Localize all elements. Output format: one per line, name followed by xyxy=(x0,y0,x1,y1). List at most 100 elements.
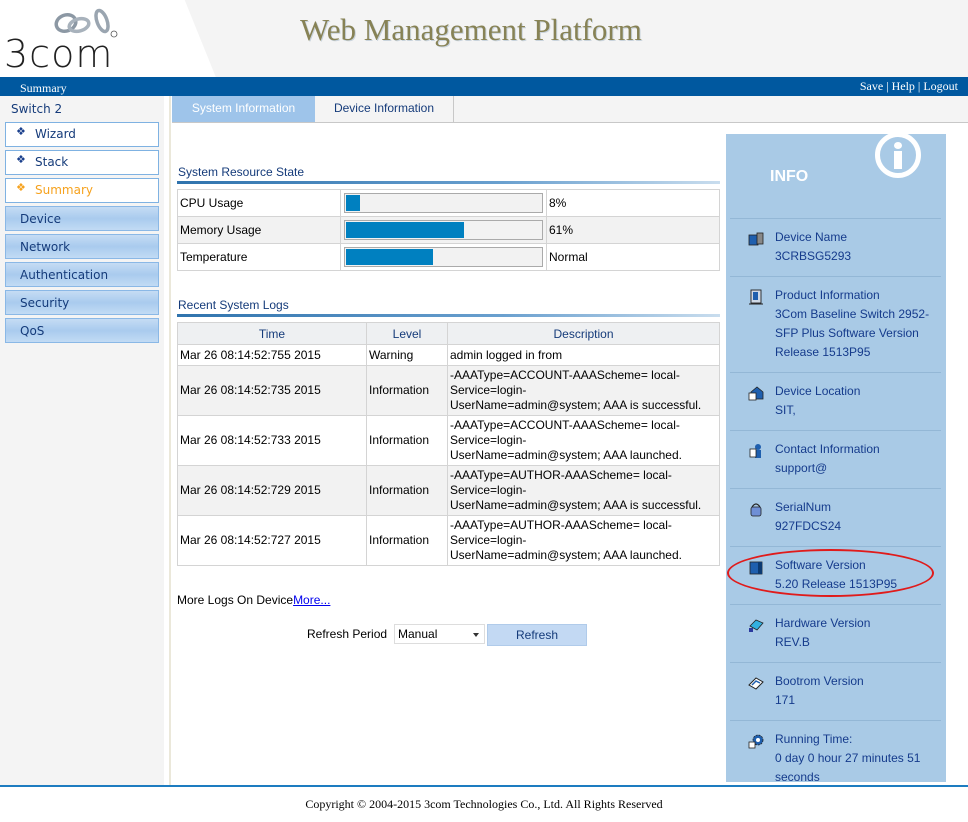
separator: | xyxy=(883,79,892,93)
device-label[interactable]: Switch 2 xyxy=(11,102,62,116)
sidebar-group-label: Security xyxy=(20,296,70,310)
refresh-button[interactable]: Refresh xyxy=(487,624,587,646)
breadcrumb: Summary xyxy=(20,81,67,95)
location-icon xyxy=(748,386,764,401)
resource-row-cpu: CPU Usage 8% xyxy=(177,189,720,217)
resource-table: CPU Usage 8% Memory Usage 61% Temperatur… xyxy=(177,189,720,271)
more-logs-link[interactable]: More... xyxy=(293,593,330,607)
resource-row-temperature: Temperature Normal xyxy=(177,243,720,271)
diamond-bullet-icon: ❖ xyxy=(16,125,26,138)
app-title: Web Management Platform xyxy=(300,12,642,47)
top-links: Save | Help | Logout xyxy=(860,79,958,94)
more-logs-label: More Logs On Device xyxy=(177,593,294,607)
info-label: Hardware Version xyxy=(775,616,871,630)
log-description: -AAAType=AUTHOR-AAAScheme= local- Servic… xyxy=(447,515,720,566)
device-icon xyxy=(748,232,764,246)
log-time: Mar 26 08:14:52:729 2015 xyxy=(177,465,367,516)
info-item-device-location: Device Location SIT, xyxy=(730,372,941,430)
sidebar-group-label: Authentication xyxy=(20,268,109,282)
table-row: Mar 26 08:14:52:727 2015 Information -AA… xyxy=(177,515,720,566)
info-value: 0 day 0 hour 27 minutes 51 seconds xyxy=(775,751,921,784)
info-panel: INFO Device Name 3CRBSG5293 Product Inform… xyxy=(726,132,946,784)
log-time: Mar 26 08:14:52:727 2015 xyxy=(177,515,367,566)
sidebar-group-device[interactable]: Device xyxy=(5,206,159,231)
sidebar-item-summary[interactable]: ❖ Summary xyxy=(5,178,159,203)
hardware-icon xyxy=(749,619,764,632)
header-diagonal xyxy=(170,0,230,77)
table-row: Mar 26 08:14:52:733 2015 Information -AA… xyxy=(177,415,720,466)
sidebar: Switch 2 ❖ Wizard ❖ Stack ❖ Summary Devi… xyxy=(0,96,164,785)
log-description: -AAAType=ACCOUNT-AAAScheme= local- Servi… xyxy=(447,415,720,466)
memory-usage-bar xyxy=(344,220,543,240)
refresh-period-select[interactable]: Manual xyxy=(394,624,485,644)
sidebar-group-security[interactable]: Security xyxy=(5,290,159,315)
section-rule xyxy=(177,314,720,317)
sidebar-group-label: Network xyxy=(20,240,71,254)
tab-bar: System Information Device Information xyxy=(172,96,968,123)
info-label: Running Time: xyxy=(775,732,853,746)
save-link[interactable]: Save xyxy=(860,79,883,93)
section-title-logs: Recent System Logs xyxy=(178,298,289,312)
resource-label: CPU Usage xyxy=(177,189,341,217)
help-link[interactable]: Help xyxy=(892,79,915,93)
sidebar-item-label: Stack xyxy=(35,155,69,169)
sidebar-group-network[interactable]: Network xyxy=(5,234,159,259)
log-time: Mar 26 08:14:52:733 2015 xyxy=(177,415,367,466)
logout-link[interactable]: Logout xyxy=(923,79,958,93)
info-icon xyxy=(875,132,921,178)
table-row: Mar 26 08:14:52:729 2015 Information -AA… xyxy=(177,465,720,516)
logs-header-row: Time Level Description xyxy=(177,322,720,345)
cpu-usage-bar xyxy=(344,193,543,213)
column-header-description: Description xyxy=(447,322,720,345)
info-value: 927FDCS24 xyxy=(775,519,842,533)
cpu-usage-bar-fill xyxy=(346,195,360,211)
temperature-bar-fill xyxy=(346,249,433,265)
diamond-bullet-icon: ❖ xyxy=(16,153,26,166)
info-value: support@ xyxy=(775,461,828,475)
sidebar-group-label: QoS xyxy=(20,324,45,338)
sidebar-item-wizard[interactable]: ❖ Wizard xyxy=(5,122,159,147)
info-value: 3CRBSG5293 xyxy=(775,249,852,263)
gear-icon xyxy=(748,734,764,749)
diamond-bullet-icon: ❖ xyxy=(16,181,26,194)
info-title: INFO xyxy=(770,168,809,185)
info-item-product-information: Product Information 3Com Baseline Switch … xyxy=(730,276,941,372)
tab-device-information[interactable]: Device Information xyxy=(315,96,454,122)
log-description: -AAAType=AUTHOR-AAAScheme= local- Servic… xyxy=(447,465,720,516)
resource-value: 8% xyxy=(546,189,720,217)
log-time: Mar 26 08:14:52:735 2015 xyxy=(177,365,367,416)
sidebar-group-qos[interactable]: QoS xyxy=(5,318,159,343)
info-label: Bootrom Version xyxy=(775,674,864,688)
logs-table: Time Level Description Mar 26 08:14:52:7… xyxy=(177,322,720,566)
sidebar-group-authentication[interactable]: Authentication xyxy=(5,262,159,287)
info-label: Device Location xyxy=(775,384,861,398)
sidebar-item-stack[interactable]: ❖ Stack xyxy=(5,150,159,175)
resource-bar-cell xyxy=(340,243,547,271)
highlight-oval xyxy=(727,549,934,597)
info-item-hardware-version: Hardware Version REV.B xyxy=(730,604,941,662)
sidebar-divider[interactable] xyxy=(164,96,172,785)
info-label: Device Name xyxy=(775,230,848,244)
info-label: SerialNum xyxy=(775,500,832,514)
info-item-bootrom-version: Bootrom Version 171 xyxy=(730,662,941,720)
info-item-contact-information: Contact Information support@ xyxy=(730,430,941,488)
header: 3com Web Management Platform xyxy=(0,0,968,77)
resource-row-memory: Memory Usage 61% xyxy=(177,216,720,244)
footer-rule xyxy=(0,785,968,787)
resource-bar-cell xyxy=(340,216,547,244)
info-value: REV.B xyxy=(775,635,810,649)
table-row: Mar 26 08:14:52:735 2015 Information -AA… xyxy=(177,365,720,416)
section-rule xyxy=(177,181,720,184)
info-value: SIT, xyxy=(775,403,796,417)
temperature-bar xyxy=(344,247,543,267)
top-nav-bar: Summary Save | Help | Logout xyxy=(0,77,968,96)
log-level: Information xyxy=(366,365,448,416)
memory-usage-bar-fill xyxy=(346,222,465,238)
more-logs: More Logs On DeviceMore... xyxy=(177,593,330,607)
bootrom-icon xyxy=(748,677,764,690)
copyright: Copyright © 2004-2015 3com Technologies … xyxy=(305,797,663,811)
resource-label: Memory Usage xyxy=(177,216,341,244)
log-time: Mar 26 08:14:52:755 2015 xyxy=(177,344,367,366)
tab-system-information[interactable]: System Information xyxy=(172,96,315,122)
info-item-device-name: Device Name 3CRBSG5293 xyxy=(730,218,941,276)
